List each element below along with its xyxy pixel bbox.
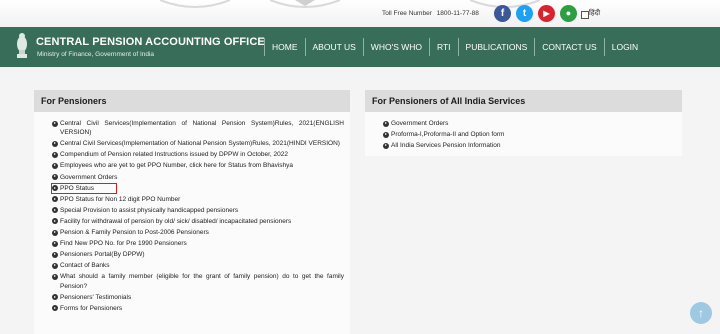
list-item[interactable]: PPO Status for Non 12 digit PPO Number xyxy=(52,195,344,204)
arrow-up-icon[interactable]: ↑ xyxy=(690,302,712,324)
link-text[interactable]: Government Orders xyxy=(60,174,117,181)
site-header: CENTRAL PENSION ACCOUNTING OFFICE Minist… xyxy=(0,27,720,67)
link-text[interactable]: Pension & Family Pension to Post-2006 Pe… xyxy=(60,229,209,236)
link-text[interactable]: Forms for Pensioners xyxy=(60,305,122,312)
arrow-circle-icon xyxy=(52,207,58,214)
arrow-circle-icon xyxy=(52,229,58,236)
list-item[interactable]: Forms for Pensioners xyxy=(52,304,344,313)
list-item[interactable]: Central Civil Services(Implementation of… xyxy=(52,119,344,137)
arrow-circle-icon xyxy=(52,151,58,158)
link-text[interactable]: Find New PPO No. for Pre 1990 Pensioners xyxy=(60,240,187,247)
arrow-circle-icon xyxy=(52,262,58,269)
app-icon[interactable]: ● xyxy=(560,5,577,22)
list-item[interactable]: All India Services Pension Information xyxy=(383,141,673,150)
toll-free-info: Toll Free Number 1800-11-77-88 xyxy=(382,10,479,17)
arrow-circle-icon xyxy=(52,218,58,225)
arrow-circle-icon xyxy=(52,240,58,247)
arrow-circle-icon xyxy=(52,162,58,169)
list-item[interactable]: Contact of Banks xyxy=(52,261,344,270)
all-india-links: Government Orders Proforma-I,Proforma-II… xyxy=(383,119,673,152)
link-text[interactable]: Employees who are yet to get PPO Number,… xyxy=(60,162,293,169)
list-item[interactable]: Facility for withdrawal of pension by ol… xyxy=(52,217,344,226)
top-strip: Toll Free Number 1800-11-77-88 f t ▶ ● ह… xyxy=(0,0,720,27)
all-india-services-panel: For Pensioners of All India Services Gov… xyxy=(365,90,682,156)
link-text[interactable]: Proforma-I,Proforma-II and Option form xyxy=(391,131,504,138)
link-text[interactable]: All India Services Pension Information xyxy=(391,142,500,149)
toll-free-number: 1800-11-77-88 xyxy=(436,10,479,17)
link-text[interactable]: Pensioners' Testimonials xyxy=(60,294,131,301)
list-item[interactable]: Proforma-I,Proforma-II and Option form xyxy=(383,130,673,139)
link-text[interactable]: PPO Status for Non 12 digit PPO Number xyxy=(60,196,180,203)
facebook-icon[interactable]: f xyxy=(494,5,511,22)
language-checkbox[interactable] xyxy=(581,11,589,19)
decorative-pattern xyxy=(270,0,340,8)
youtube-icon[interactable]: ▶ xyxy=(538,5,555,22)
nav-whos-who[interactable]: WHO'S WHO xyxy=(364,42,429,52)
arrow-circle-icon xyxy=(52,196,58,203)
org-title[interactable]: CENTRAL PENSION ACCOUNTING OFFICE xyxy=(36,36,265,48)
for-pensioners-panel: For Pensioners Central Civil Services(Im… xyxy=(34,90,350,334)
link-text[interactable]: Contact of Banks xyxy=(60,262,110,269)
arrow-circle-icon xyxy=(52,174,58,181)
arrow-circle-icon xyxy=(52,305,58,312)
list-item[interactable]: What should a family member (eligible fo… xyxy=(52,272,344,290)
arrow-circle-icon xyxy=(52,120,58,127)
list-item[interactable]: Pensioners Portal(By DPPW) xyxy=(52,250,344,259)
main-nav: HOME ABOUT US WHO'S WHO RTI PUBLICATIONS… xyxy=(264,27,645,67)
nav-home[interactable]: HOME xyxy=(265,42,305,52)
hindi-language-link[interactable]: हिंदी xyxy=(589,9,600,18)
pensioner-links: Central Civil Services(Implementation of… xyxy=(51,119,344,315)
link-text[interactable]: Government Orders xyxy=(391,120,448,127)
org-subtitle: Ministry of Finance, Government of India xyxy=(37,51,155,58)
list-item[interactable]: Find New PPO No. for Pre 1990 Pensioners xyxy=(52,239,344,248)
nav-about-us[interactable]: ABOUT US xyxy=(306,42,363,52)
list-item[interactable]: Government Orders xyxy=(52,173,344,182)
link-text[interactable]: Central Civil Services(Implementation of… xyxy=(60,140,340,147)
arrow-circle-icon xyxy=(383,120,389,127)
arrow-circle-icon xyxy=(52,185,58,192)
link-text[interactable]: Compendium of Pension related Instructio… xyxy=(60,151,288,158)
decorative-pattern xyxy=(160,0,230,8)
link-text[interactable]: Pensioners Portal(By DPPW) xyxy=(60,251,145,258)
panel-title: For Pensioners of All India Services xyxy=(365,90,682,112)
national-emblem-icon xyxy=(17,33,27,58)
link-text[interactable]: Facility for withdrawal of pension by ol… xyxy=(60,218,291,225)
list-item[interactable]: Central Civil Services(Implementation of… xyxy=(52,139,344,148)
arrow-circle-icon xyxy=(52,251,58,258)
list-item[interactable]: Government Orders xyxy=(383,119,673,128)
panel-title: For Pensioners xyxy=(34,90,350,112)
link-text[interactable]: PPO Status xyxy=(60,185,94,192)
twitter-icon[interactable]: t xyxy=(516,5,533,22)
arrow-circle-icon xyxy=(52,294,58,301)
link-text[interactable]: Special Provision to assist physically h… xyxy=(60,207,238,214)
list-item[interactable]: Pensioners' Testimonials xyxy=(52,293,344,302)
list-item[interactable]: Pension & Family Pension to Post-2006 Pe… xyxy=(52,228,344,237)
link-text[interactable]: Central Civil Services(Implementation of… xyxy=(60,120,344,136)
list-item[interactable]: Special Provision to assist physically h… xyxy=(52,206,344,215)
nav-rti[interactable]: RTI xyxy=(430,42,458,52)
arrow-circle-icon xyxy=(52,273,58,280)
list-item[interactable]: Compendium of Pension related Instructio… xyxy=(52,150,344,159)
nav-login[interactable]: LOGIN xyxy=(605,42,645,52)
list-item[interactable]: Employees who are yet to get PPO Number,… xyxy=(52,161,344,170)
nav-contact-us[interactable]: CONTACT US xyxy=(535,42,603,52)
arrow-circle-icon xyxy=(52,140,58,147)
nav-publications[interactable]: PUBLICATIONS xyxy=(459,42,535,52)
arrow-circle-icon xyxy=(383,131,389,138)
link-text[interactable]: What should a family member (eligible fo… xyxy=(60,273,344,289)
arrow-circle-icon xyxy=(383,142,389,149)
ppo-status-link[interactable]: PPO Status xyxy=(51,182,117,194)
toll-free-label: Toll Free Number xyxy=(382,10,432,17)
